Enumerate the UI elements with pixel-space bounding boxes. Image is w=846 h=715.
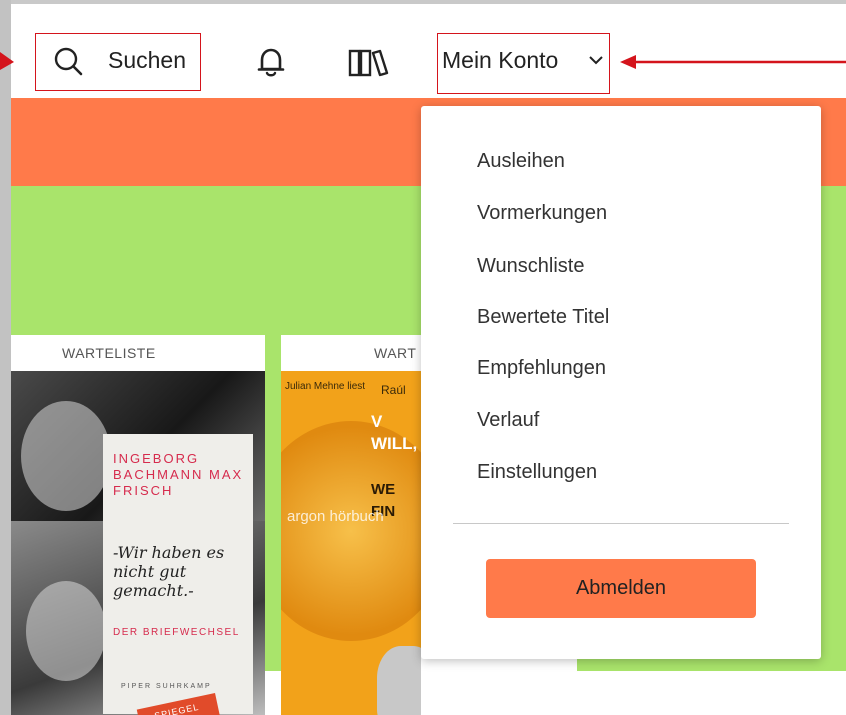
menu-divider [453,523,789,524]
book-cover[interactable]: INGEBORG BACHMANN MAX FRISCH -Wir haben … [11,371,265,715]
cover-publishers: PIPER SUHRKAMP [121,683,212,690]
waitlist-tag: WART [374,345,417,361]
menu-item-bewertete-titel[interactable]: Bewertete Titel [477,306,609,329]
menu-item-wunschliste[interactable]: Wunschliste [477,255,584,278]
cover-title: -Wir haben es nicht gut gemacht.- [113,543,225,600]
cover-badge-label: SPIEGEL [153,701,201,715]
waitlist-tag: WARTELISTE [62,345,156,361]
arrow-icon [620,55,846,69]
cover-title: V WILL, [371,412,418,453]
menu-item-vormerkungen[interactable]: Vormerkungen [477,202,607,225]
cover-subtitle: DER BRIEFWECHSEL [113,627,240,638]
cover-reader: Julian Mehne liest [285,381,366,392]
bell-icon[interactable] [256,46,286,78]
cover-authors: INGEBORG BACHMANN MAX FRISCH [113,451,244,498]
account-dropdown-menu: Ausleihen Vormerkungen Wunschliste Bewer… [421,106,821,659]
menu-item-verlauf[interactable]: Verlauf [477,409,539,432]
account-highlight-box [437,33,610,94]
cover-portrait [21,401,111,511]
left-edge-strip [0,0,11,715]
cover-portrait [377,646,421,715]
menu-item-empfehlungen[interactable]: Empfehlungen [477,357,606,380]
menu-item-ausleihen[interactable]: Ausleihen [477,150,565,173]
cover-publisher-label: argon hörbuch [287,508,384,525]
library-icon[interactable] [347,46,391,78]
search-highlight-box [35,33,201,91]
cover-author: Raúl [381,383,406,397]
title-card[interactable]: WARTELISTE INGEBORG BACHMANN MAX FRISCH … [11,335,265,715]
arrow-icon [0,52,14,70]
logout-button[interactable]: Abmelden [486,559,756,618]
menu-item-einstellungen[interactable]: Einstellungen [477,461,597,484]
audiobook-cover[interactable]: Julian Mehne liest Raúl V WILL, WE FIN a… [281,371,421,715]
cover-portrait [26,581,106,681]
